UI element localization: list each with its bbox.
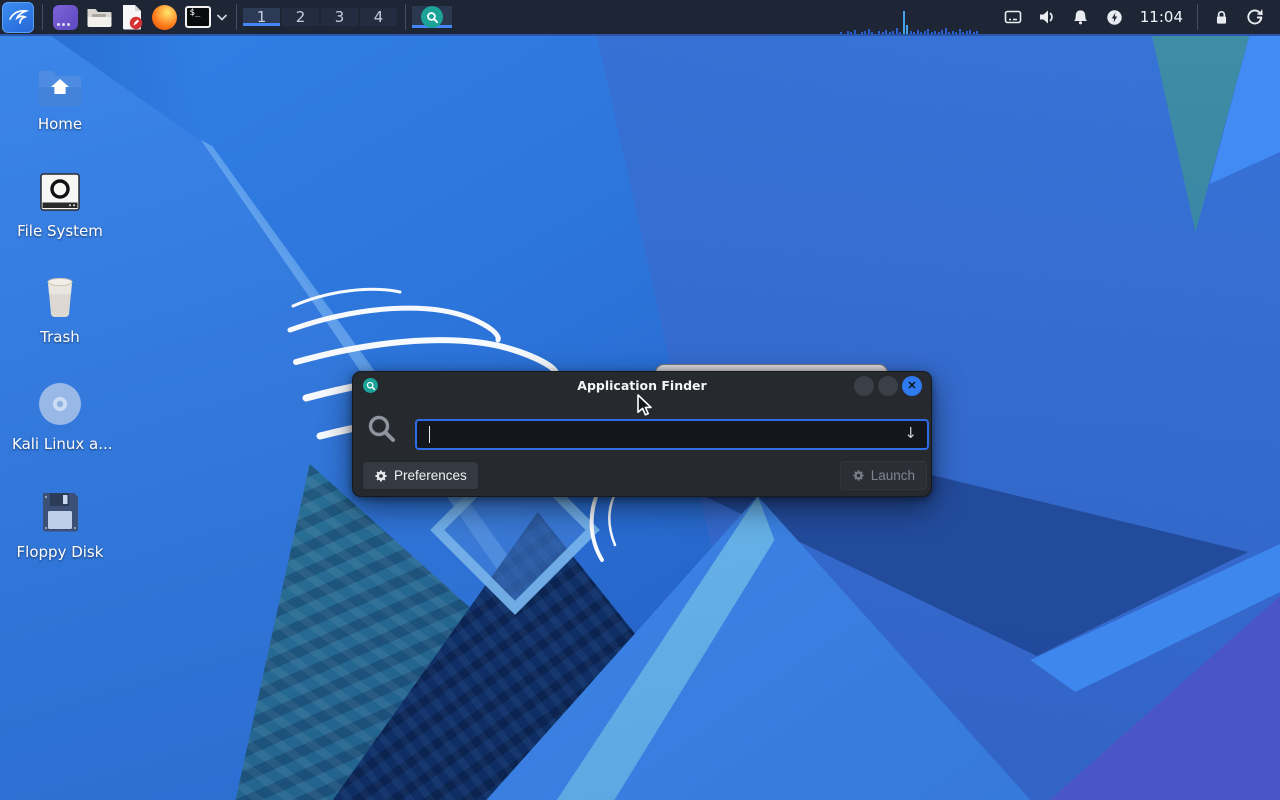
panel-separator <box>1197 4 1198 30</box>
firefox-icon <box>152 4 177 30</box>
notifications-tray-button[interactable] <box>1064 0 1098 34</box>
desktop-icon-label: Home <box>37 115 83 133</box>
panel-separator <box>42 4 43 30</box>
taskbar-application-finder[interactable] <box>412 6 452 28</box>
desktop-icon-label: Trash <box>40 328 80 346</box>
preferences-button[interactable]: Preferences <box>362 461 479 490</box>
application-finder-window: Application Finder ✕ ↓ Preferences Launc… <box>352 371 932 497</box>
desktop-icon-home[interactable]: Home <box>12 55 108 133</box>
workspace-3[interactable]: 3 <box>321 8 358 26</box>
desktop-icon-kali-cd[interactable]: Kali Linux a... <box>12 375 113 453</box>
search-icon <box>366 413 398 449</box>
terminal-launcher[interactable]: $_ <box>181 0 214 34</box>
application-finder-icon <box>421 6 443 28</box>
app-window-icon <box>53 4 78 30</box>
terminal-dropdown[interactable] <box>214 14 230 21</box>
volume-tray-button[interactable] <box>1030 0 1064 34</box>
display-tray-button[interactable] <box>996 0 1030 34</box>
logout-button[interactable] <box>1238 0 1272 34</box>
launch-button[interactable]: Launch <box>839 461 927 490</box>
power-manager-tray-button[interactable] <box>1098 0 1132 34</box>
panel-separator <box>236 4 237 30</box>
desktop-icon-label: Kali Linux a... <box>12 435 113 453</box>
terminal-icon: $_ <box>184 6 211 28</box>
text-editor-launcher[interactable] <box>115 0 148 34</box>
maximize-button[interactable] <box>878 376 898 396</box>
gear-icon <box>375 469 387 482</box>
display-icon <box>1004 10 1022 24</box>
file-manager-launcher[interactable] <box>82 0 115 34</box>
top-panel: $_ 1 2 3 4 11:04 <box>0 0 1280 36</box>
firefox-launcher[interactable] <box>148 0 181 34</box>
text-caret <box>429 426 431 443</box>
desktop-icon-trash[interactable]: Trash <box>12 268 108 346</box>
window-title: Application Finder <box>577 378 707 393</box>
workspace-4[interactable]: 4 <box>360 8 397 26</box>
panel-separator <box>405 4 406 30</box>
close-button[interactable]: ✕ <box>902 376 922 396</box>
launch-gear-icon <box>853 470 864 481</box>
dropdown-arrow-icon[interactable]: ↓ <box>904 424 917 442</box>
workspace-1[interactable]: 1 <box>243 8 280 26</box>
kali-logo-icon <box>9 9 30 24</box>
clock[interactable]: 11:04 <box>1140 8 1183 26</box>
home-folder-icon <box>39 71 81 106</box>
desktop-icon-label: File System <box>17 222 103 240</box>
app-window-launcher[interactable] <box>49 0 82 34</box>
workspace-2[interactable]: 2 <box>282 8 319 26</box>
text-editor-icon <box>122 5 142 30</box>
logout-icon <box>1247 9 1263 25</box>
disc-icon <box>39 383 81 425</box>
volume-icon <box>1039 10 1053 24</box>
desktop-screen: Home File System Trash Kali Linux a... F… <box>0 0 1280 800</box>
desktop-icon-label: Floppy Disk <box>16 543 104 561</box>
lock-screen-button[interactable] <box>1204 0 1238 34</box>
power-icon <box>1107 9 1122 25</box>
chevron-down-icon <box>217 14 227 21</box>
mouse-cursor <box>637 394 652 416</box>
desktop-icon-floppy-disk[interactable]: Floppy Disk <box>12 483 108 561</box>
launch-label: Launch <box>870 468 915 483</box>
search-input[interactable] <box>415 419 929 450</box>
minimize-button[interactable] <box>854 376 874 396</box>
trash-icon <box>47 277 73 318</box>
floppy-icon <box>43 493 78 532</box>
bell-icon <box>1074 9 1088 24</box>
preferences-label: Preferences <box>394 468 467 483</box>
network-monitor-graph[interactable] <box>839 0 990 34</box>
drive-icon <box>40 173 80 211</box>
lock-icon <box>1216 10 1226 24</box>
kali-menu-button[interactable] <box>2 1 34 33</box>
desktop-icon-file-system[interactable]: File System <box>12 162 108 240</box>
folder-icon <box>87 9 111 27</box>
